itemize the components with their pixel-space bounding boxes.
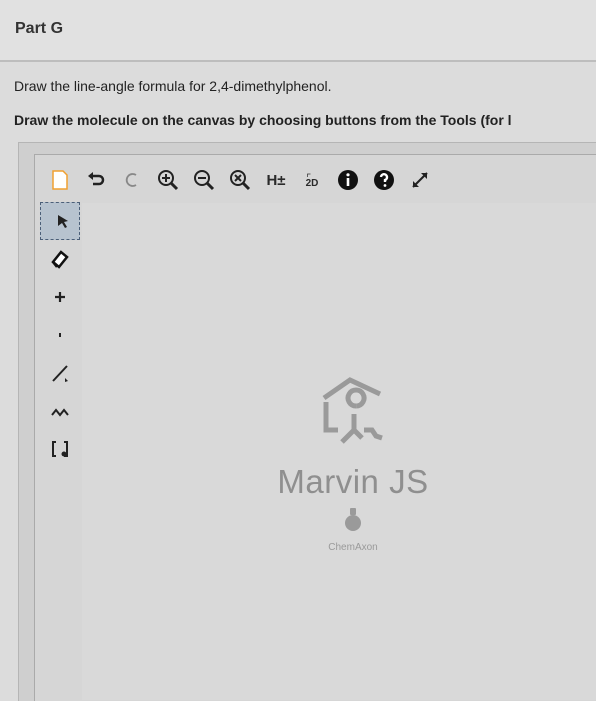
- editor-toolbar: H± 2D: [34, 158, 596, 202]
- chain-tool-button[interactable]: [40, 392, 80, 430]
- help-button[interactable]: [368, 164, 400, 196]
- zoom-reset-button[interactable]: [224, 164, 256, 196]
- selection-arrow-icon: [58, 215, 68, 228]
- redo-button[interactable]: [116, 164, 148, 196]
- zoom-out-button[interactable]: [188, 164, 220, 196]
- header-band: [0, 0, 596, 60]
- marvin-logo-icon: [322, 377, 383, 444]
- single-bond-icon: [52, 365, 68, 382]
- chemaxon-logo: [268, 507, 438, 538]
- select-tool-button[interactable]: [40, 202, 80, 240]
- charge-plus-button[interactable]: [40, 278, 80, 316]
- chemaxon-name: ChemAxon: [328, 542, 378, 553]
- zoom-reset-icon: [230, 170, 251, 191]
- bracket-icon: [52, 441, 68, 457]
- clean-2d-label: 2D: [305, 177, 319, 189]
- question-text: Draw the line-angle formula for 2,4-dime…: [14, 78, 332, 94]
- zoom-out-icon: [194, 170, 215, 191]
- minus-icon: [59, 333, 61, 337]
- redo-icon: [125, 173, 137, 187]
- new-document-button[interactable]: [44, 164, 76, 196]
- undo-button[interactable]: [80, 164, 112, 196]
- single-bond-button[interactable]: [40, 354, 80, 392]
- undo-icon: [88, 172, 105, 186]
- hydrogens-button[interactable]: H±: [260, 164, 292, 196]
- chemaxon-flask-icon: [345, 508, 361, 531]
- erase-tool-button[interactable]: [40, 240, 80, 278]
- left-toolbar: [40, 202, 80, 472]
- marvin-name: Marvin JS: [277, 463, 429, 500]
- plus-icon: [55, 292, 65, 302]
- marvin-logo: Marvin JS ChemAxon: [268, 370, 438, 553]
- sgroup-tool-button[interactable]: [40, 430, 80, 468]
- info-icon: [338, 170, 358, 190]
- fullscreen-button[interactable]: [404, 164, 436, 196]
- zoom-in-button[interactable]: [152, 164, 184, 196]
- help-icon: [374, 170, 394, 190]
- part-title: Part G: [15, 20, 64, 37]
- new-document-icon: [52, 170, 68, 190]
- chain-icon: [51, 408, 69, 417]
- zoom-in-icon: [158, 170, 179, 191]
- charge-minus-button[interactable]: [40, 316, 80, 354]
- fullscreen-icon: [412, 172, 428, 188]
- instruction-text: Draw the molecule on the canvas by choos…: [14, 112, 512, 128]
- info-button[interactable]: [332, 164, 364, 196]
- eraser-icon: [51, 250, 69, 269]
- clean-2d-button[interactable]: 2D: [296, 164, 328, 196]
- divider: [0, 60, 596, 62]
